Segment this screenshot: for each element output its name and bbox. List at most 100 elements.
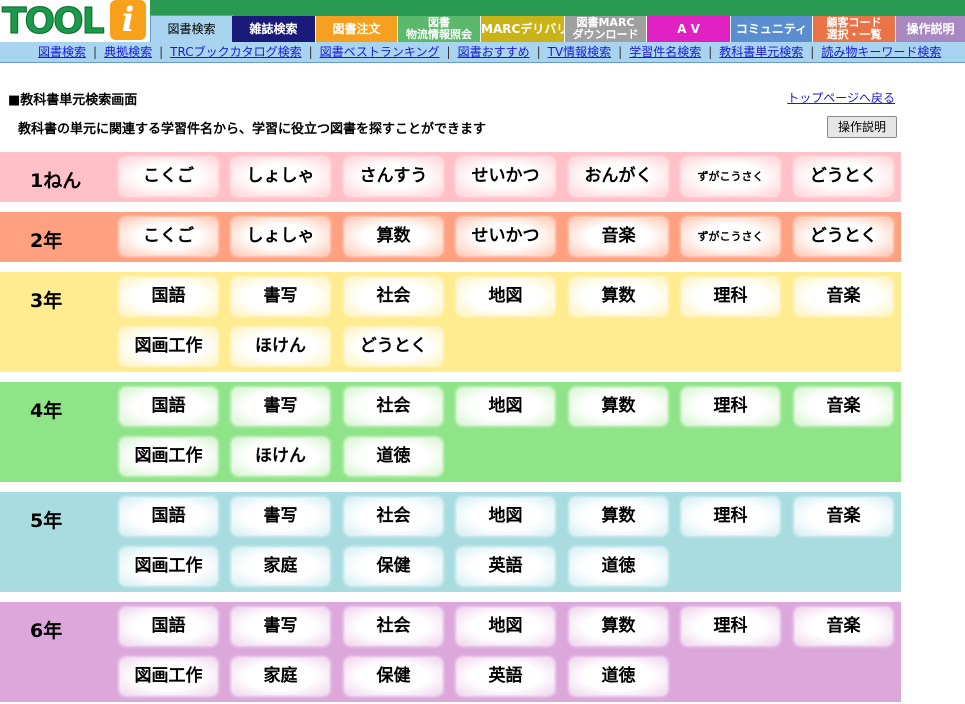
tab-0[interactable]: 図書検索: [150, 15, 233, 43]
subject-button[interactable]: 道徳: [570, 658, 667, 695]
subject-button[interactable]: 理科: [682, 278, 779, 315]
subject-button[interactable]: どうとく: [795, 218, 892, 255]
subject-button[interactable]: 音楽: [795, 608, 892, 645]
subnav-link-5[interactable]: TV情報検索: [548, 45, 612, 59]
subject-button[interactable]: おんがく: [570, 158, 667, 195]
tab-3[interactable]: 図書 物流情報照会: [398, 16, 480, 42]
subject-button[interactable]: 算数: [570, 278, 667, 315]
subject-button[interactable]: 書写: [232, 498, 329, 535]
subject-button[interactable]: 社会: [345, 278, 442, 315]
subnav-link-7[interactable]: 教科書単元検索: [719, 45, 803, 59]
subject-button[interactable]: 地図: [457, 608, 554, 645]
subnav-separator: |: [446, 45, 451, 59]
tab-6[interactable]: A V: [647, 16, 730, 42]
help-button[interactable]: 操作説明: [827, 116, 897, 138]
subject-button[interactable]: 地図: [457, 278, 554, 315]
subject-button[interactable]: 図画工作: [120, 438, 217, 475]
tab-1[interactable]: 雑誌検索: [232, 16, 315, 42]
tab-label-line2: 選択・一覧: [826, 28, 882, 41]
subject-button[interactable]: 社会: [345, 608, 442, 645]
subnav-link-2[interactable]: TRCブックカタログ検索: [170, 45, 301, 59]
subject-button[interactable]: 書写: [232, 608, 329, 645]
subject-button[interactable]: 英語: [457, 658, 554, 695]
subject-button[interactable]: 算数: [570, 608, 667, 645]
subnav-link-8[interactable]: 読み物キーワード検索: [821, 45, 941, 59]
subject-button[interactable]: どうとく: [795, 158, 892, 195]
subnav-separator: |: [93, 45, 98, 59]
subject-button[interactable]: 国語: [120, 278, 217, 315]
subject-button[interactable]: ずがこうさく: [682, 218, 779, 255]
subnav-link-6[interactable]: 学習件名検索: [629, 45, 701, 59]
subject-button[interactable]: せいかつ: [457, 158, 554, 195]
subject-button[interactable]: さんすう: [345, 158, 442, 195]
subject-button[interactable]: 社会: [345, 388, 442, 425]
subject-button[interactable]: 地図: [457, 498, 554, 535]
tab-2[interactable]: 図書注文: [316, 16, 397, 42]
subnav-link-0[interactable]: 図書検索: [38, 45, 86, 59]
subject-button[interactable]: 図画工作: [120, 658, 217, 695]
subject-button[interactable]: ずがこうさく: [682, 158, 779, 195]
logo-text: TOOL: [2, 1, 106, 42]
subject-button[interactable]: 音楽: [795, 278, 892, 315]
subject-button[interactable]: 道徳: [570, 548, 667, 585]
subject-button[interactable]: せいかつ: [457, 218, 554, 255]
tab-8[interactable]: 顧客コード 選択・一覧: [813, 16, 895, 42]
subject-button[interactable]: 国語: [120, 388, 217, 425]
grade-row-6: 6年 国語 書写 社会 地図 算数 理科 音楽図画工作 家庭 保健 英語 道徳: [0, 602, 901, 702]
grade-label: 5年: [30, 510, 63, 532]
grade-label: 6年: [30, 620, 63, 642]
subject-button[interactable]: こくご: [120, 158, 217, 195]
subject-button[interactable]: 図画工作: [120, 548, 217, 585]
tab-9[interactable]: 操作説明: [896, 16, 965, 42]
subnav-separator: |: [708, 45, 713, 59]
page-description: 教科書の単元に関連する学習件名から、学習に役立つ図書を探すことができます: [18, 122, 487, 137]
grade-label: 4年: [30, 400, 63, 422]
subject-button[interactable]: 国語: [120, 498, 217, 535]
subject-button[interactable]: ほけん: [232, 328, 329, 365]
tooli-logo[interactable]: TOOL i: [0, 0, 150, 42]
tab-7[interactable]: コミュニティ: [731, 16, 812, 42]
subject-button[interactable]: 書写: [232, 278, 329, 315]
grade-row-2: 2年 こくご しょしゃ 算数 せいかつ 音楽 ずがこうさく どうとく: [0, 212, 901, 262]
subject-button[interactable]: 音楽: [570, 218, 667, 255]
tab-4[interactable]: MARCデリバリ: [481, 16, 564, 42]
logo-i-mark: i: [110, 0, 146, 40]
subject-button[interactable]: しょしゃ: [232, 218, 329, 255]
subject-button[interactable]: 音楽: [795, 498, 892, 535]
tab-label-line2: 物流情報照会: [406, 28, 472, 41]
subject-button[interactable]: 家庭: [232, 658, 329, 695]
subject-button[interactable]: 英語: [457, 548, 554, 585]
subject-button[interactable]: 家庭: [232, 548, 329, 585]
subject-button[interactable]: 算数: [345, 218, 442, 255]
subject-button[interactable]: 保健: [345, 548, 442, 585]
sub-navigation: 図書検索 | 典拠検索 | TRCブックカタログ検索 | 図書ベストランキング | 図書おすすめ…: [0, 42, 965, 63]
subject-button[interactable]: 算数: [570, 498, 667, 535]
subnav-link-3[interactable]: 図書ベストランキング: [320, 45, 440, 59]
subnav-link-4[interactable]: 図書おすすめ: [458, 45, 530, 59]
subject-button[interactable]: こくご: [120, 218, 217, 255]
subnav-link-1[interactable]: 典拠検索: [104, 45, 152, 59]
subject-button[interactable]: 理科: [682, 608, 779, 645]
subject-button[interactable]: ほけん: [232, 438, 329, 475]
subject-button[interactable]: 理科: [682, 498, 779, 535]
subject-button[interactable]: しょしゃ: [232, 158, 329, 195]
tab-5[interactable]: 図書MARC ダウンロード: [565, 16, 646, 42]
back-to-top-link[interactable]: トップページへ戻る: [787, 89, 895, 106]
subnav-separator: |: [308, 45, 313, 59]
subject-button[interactable]: 音楽: [795, 388, 892, 425]
subject-button[interactable]: どうとく: [345, 328, 442, 365]
grade-row-3: 3年 国語 書写 社会 地図 算数 理科 音楽 図画工作 ほけん どうとく: [0, 272, 901, 372]
subnav-separator: |: [159, 45, 164, 59]
subject-button[interactable]: 図画工作: [120, 328, 217, 365]
subject-button[interactable]: 理科: [682, 388, 779, 425]
subject-button[interactable]: 保健: [345, 658, 442, 695]
subject-button[interactable]: 道徳: [345, 438, 442, 475]
subnav-separator: |: [536, 45, 541, 59]
grade-label: 2年: [30, 230, 63, 252]
subject-button[interactable]: 社会: [345, 498, 442, 535]
grade-label: 1ねん: [30, 170, 82, 192]
subject-button[interactable]: 算数: [570, 388, 667, 425]
subject-button[interactable]: 地図: [457, 388, 554, 425]
subject-button[interactable]: 国語: [120, 608, 217, 645]
subject-button[interactable]: 書写: [232, 388, 329, 425]
